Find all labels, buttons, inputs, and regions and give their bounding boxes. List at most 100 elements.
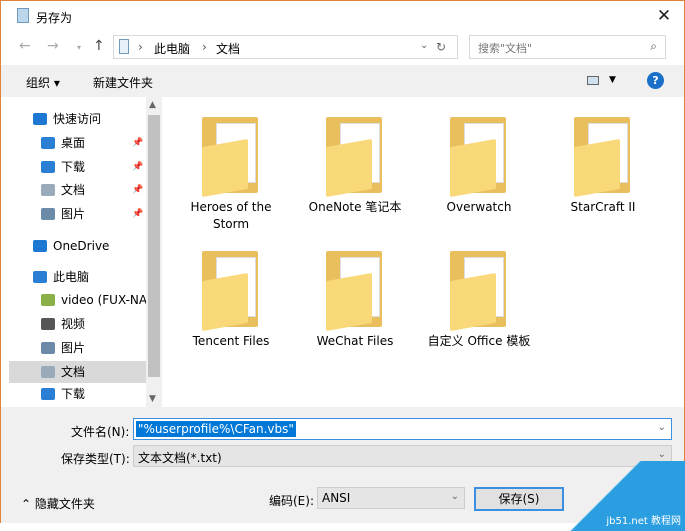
breadcrumb-item[interactable]: 文档 [216,40,240,57]
folder-item[interactable]: OneNote 笔记本 [300,113,410,216]
encoding-value: ANSI [322,491,351,505]
scrollbar-thumb[interactable] [148,115,160,377]
breadcrumb-item[interactable]: 此电脑 [154,40,190,57]
desktop-icon [41,137,55,149]
sidebar-item[interactable]: 视频 [9,313,146,335]
sidebar-scrollbar[interactable]: ▲ ▼ [146,97,162,407]
folder-item[interactable]: StarCraft II [548,113,658,216]
folder-item[interactable]: Overwatch [424,113,534,216]
pin-icon[interactable]: 📌 [132,179,143,201]
title-bar: 另存为 ✕ [1,1,684,32]
sidebar-item[interactable]: video (FUX-NA [9,289,146,311]
pictures-icon [41,208,55,220]
refresh-icon[interactable]: ↻ [436,40,446,54]
filename-input[interactable]: "%userprofile%\CFan.vbs" ⌄ [133,418,672,440]
sidebar-item[interactable]: 下载 📌 [9,156,146,178]
notepad-icon [17,8,29,23]
folder-name: Heroes of the Storm [190,200,272,231]
folder-icon [202,247,260,332]
view-icon[interactable] [587,76,599,85]
sidebar-item[interactable]: OneDrive [9,235,146,257]
sidebar-item[interactable]: 图片 [9,337,146,359]
sidebar-item-label: video (FUX-NA [61,293,146,307]
chevron-down-icon[interactable]: ⌄ [451,491,459,502]
folder-name: 自定义 Office 模板 [427,334,531,348]
sidebar-item-label: 文档 [61,365,86,379]
filename-label: 文件名(N): [71,425,130,439]
sidebar-item-label: 此电脑 [53,270,90,284]
view-dropdown[interactable]: ▼ [609,75,616,85]
encoding-label: 编码(E): [269,494,314,508]
folder-icon [326,113,384,198]
sidebar-item-label: 下载 [61,160,86,174]
folder-item[interactable]: 自定义 Office 模板 [424,247,534,350]
sidebar-item[interactable]: 下载 [9,383,146,405]
filename-value: "%userprofile%\CFan.vbs" [136,421,296,437]
pictures-icon [41,342,55,354]
chevron-down-icon[interactable]: ⌄ [420,40,428,51]
search-input[interactable]: 搜索"文档" ⌕ [469,35,666,59]
up-button[interactable]: ↑ [93,38,105,54]
folder-name: StarCraft II [570,200,636,214]
sidebar-item-label: 文档 [61,183,86,197]
file-list: Heroes of the Storm OneNote 笔记本 Overwatch S… [162,97,684,407]
folder-icon [450,247,508,332]
pin-icon[interactable]: 📌 [132,156,143,178]
encoding-select[interactable]: ANSI ⌄ [317,487,465,509]
document-icon [41,184,55,196]
folder-icon [574,113,632,198]
star-icon [33,113,47,125]
pin-icon[interactable]: 📌 [132,132,143,154]
file-type-label: 保存类型(T): [61,452,130,466]
back-button[interactable]: ← [19,38,31,54]
forward-button[interactable]: → [47,38,59,54]
save-as-dialog: 另存为 ✕ ← → ▾ ↑ › 此电脑 › 文档 ⌄ ↻ 搜索"文档" ⌕ 组织… [0,0,685,523]
videos-icon [41,318,55,330]
sidebar-item[interactable]: 桌面 📌 [9,132,146,154]
download-icon [41,161,55,173]
chevron-down-icon[interactable]: ⌄ [658,422,666,433]
sidebar-item[interactable]: 此电脑 [9,266,146,288]
search-icon: ⌕ [650,39,657,53]
close-button[interactable]: ✕ [652,5,676,27]
scroll-up-icon[interactable]: ▲ [149,100,156,110]
scroll-down-icon[interactable]: ▼ [149,394,156,404]
computer-icon [33,271,47,283]
sidebar-item-label: 图片 [61,207,86,221]
sidebar-item-label: 快速访问 [53,112,102,126]
folder-icon [326,247,384,332]
dialog-title: 另存为 [36,11,73,25]
chevron-down-icon[interactable]: ⌄ [658,449,666,460]
sidebar-item[interactable]: 快速访问 [9,108,146,130]
folder-name: Overwatch [446,200,512,214]
download-icon [41,388,55,400]
folder-name: Tencent Files [192,334,270,348]
watermark: jb51.net 教程网 [545,461,685,531]
hide-folders-toggle[interactable]: ⌃ 隐藏文件夹 [21,495,95,512]
document-icon [119,39,129,54]
file-type-value: 文本文档(*.txt) [138,451,222,465]
separator: › [138,40,143,54]
sidebar-item[interactable]: 文档 📌 [9,179,146,201]
separator: › [202,40,207,54]
navigation-bar: ← → ▾ ↑ › 此电脑 › 文档 ⌄ ↻ 搜索"文档" ⌕ [1,34,684,62]
recent-dropdown[interactable]: ▾ [77,43,81,52]
folder-icon [450,113,508,198]
sidebar-item-label: 下载 [61,387,86,401]
sidebar-item[interactable]: 文档 [9,361,146,383]
address-bar[interactable]: › 此电脑 › 文档 ⌄ ↻ [113,35,458,59]
folder-item[interactable]: Tencent Files [176,247,286,350]
folder-name: OneNote 笔记本 [308,200,402,214]
hide-folders-label: 隐藏文件夹 [34,497,95,511]
folder-item[interactable]: WeChat Files [300,247,410,350]
folder-icon [202,113,260,198]
search-placeholder: 搜索"文档" [478,42,533,55]
sidebar-item-label: 图片 [61,341,86,355]
help-button[interactable]: ? [647,72,664,89]
organize-button[interactable]: 组织 ▾ [26,74,60,91]
sidebar-item[interactable]: 图片 📌 [9,203,146,225]
cloud-icon [33,240,47,252]
pin-icon[interactable]: 📌 [132,203,143,225]
new-folder-button[interactable]: 新建文件夹 [93,74,153,91]
folder-item[interactable]: Heroes of the Storm [176,113,286,233]
